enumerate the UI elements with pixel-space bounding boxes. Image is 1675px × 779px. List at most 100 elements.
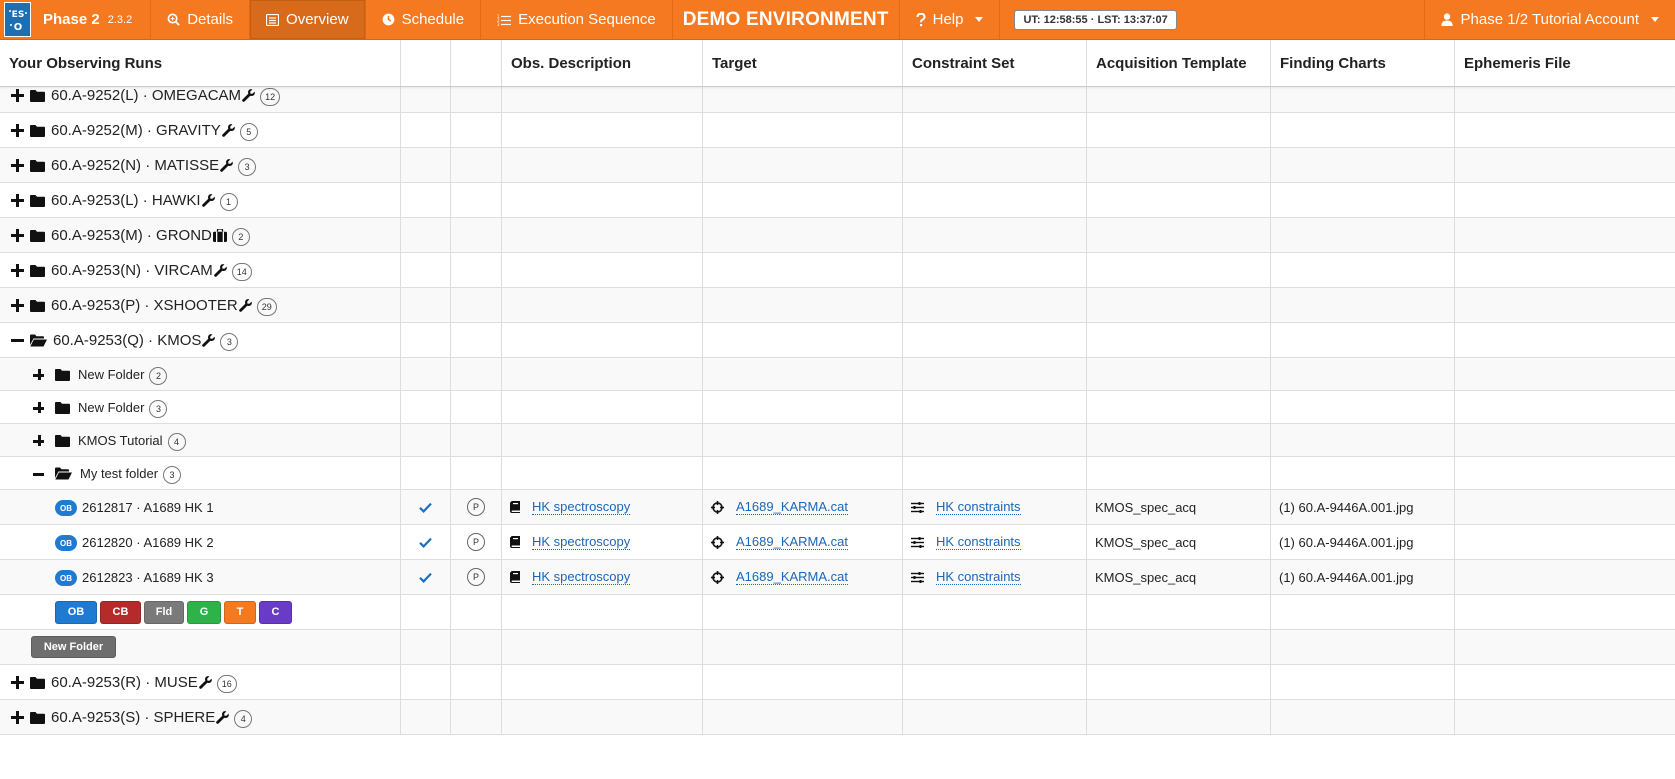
target-link[interactable]: A1689_KARMA.cat (736, 534, 849, 550)
constraints-link[interactable]: HK constraints (936, 569, 1021, 585)
run-label: 60.A-9253(S) · SPHERE (51, 708, 216, 726)
tab-execution-sequence[interactable]: 123 Execution Sequence (480, 0, 672, 39)
tree-node[interactable]: 60.A-9253(S) · SPHERE 4 (10, 707, 253, 728)
header-target[interactable]: Target (703, 40, 903, 86)
expand-icon[interactable] (31, 433, 45, 447)
expand-icon[interactable] (31, 367, 45, 381)
tree-node[interactable]: New Folder 2 (31, 364, 168, 385)
cell-finding-charts (1271, 665, 1455, 699)
collapse-icon[interactable] (10, 333, 24, 347)
tree-node[interactable]: 60.A-9252(L) · OMEGACAM 12 (10, 85, 281, 106)
target-link[interactable]: A1689_KARMA.cat (736, 499, 849, 515)
help-menu[interactable]: Help (898, 0, 1000, 39)
header-finding-charts[interactable]: Finding Charts (1271, 40, 1455, 86)
cell-status (451, 183, 502, 217)
tree-node[interactable]: 60.A-9252(M) · GRAVITY 5 (10, 120, 258, 141)
run-row: 60.A-9253(M) · GROND 2 (0, 218, 1675, 253)
target-link[interactable]: A1689_KARMA.cat (736, 569, 849, 585)
tree-node[interactable]: 60.A-9253(P) · XSHOOTER 29 (10, 295, 277, 316)
expand-icon[interactable] (10, 88, 24, 102)
create-ob-button[interactable]: OB (55, 600, 97, 624)
tree-node[interactable]: 60.A-9252(N) · MATISSE 3 (10, 155, 257, 176)
expand-icon[interactable] (10, 263, 24, 277)
ob-cell[interactable]: OB 2612817 · A1689 HK 1 (0, 490, 401, 524)
header-observing-runs[interactable]: Your Observing Runs (0, 40, 401, 86)
create-timelink-button[interactable]: T (224, 600, 256, 624)
ob-label[interactable]: 2612823 · A1689 HK 3 (82, 570, 214, 585)
run-cell: 60.A-9253(L) · HAWKI 1 (0, 183, 401, 217)
expand-icon[interactable] (10, 228, 24, 242)
tree-node[interactable]: 60.A-9253(M) · GROND 2 (10, 225, 250, 246)
cell-target (703, 323, 903, 357)
expand-icon[interactable] (10, 675, 24, 689)
count-badge: 12 (260, 87, 281, 106)
obs-description-link[interactable]: HK spectroscopy (532, 569, 631, 585)
count-badge: 3 (149, 399, 168, 418)
table-body: 60.A-9252(L) · OMEGACAM 12 60.A-9252(M) · … (0, 78, 1675, 735)
obs-description-link[interactable]: HK spectroscopy (532, 534, 631, 550)
count-badge: 5 (239, 122, 258, 141)
tab-schedule[interactable]: Schedule (364, 0, 481, 39)
ob-label[interactable]: 2612817 · A1689 HK 1 (82, 500, 214, 515)
expand-icon[interactable] (31, 400, 45, 414)
cell-finding-charts (1271, 700, 1455, 734)
constraints-link[interactable]: HK constraints (936, 499, 1021, 515)
ob-cell[interactable]: OB 2612820 · A1689 HK 2 (0, 525, 401, 559)
run-row: 60.A-9253(Q) · KMOS 3 (0, 323, 1675, 358)
status-badge: P (467, 568, 485, 586)
tree-node[interactable]: New Folder 3 (31, 397, 168, 418)
cell-status (451, 218, 502, 252)
expand-icon[interactable] (10, 298, 24, 312)
ob-label[interactable]: 2612820 · A1689 HK 2 (82, 535, 214, 550)
wrench-icon (213, 263, 227, 277)
brand[interactable]: ES O Phase 2 2.3.2 (0, 0, 150, 39)
run-label: 60.A-9253(N) · VIRCAM (51, 261, 213, 279)
cell-acquisition-template (1087, 665, 1271, 699)
tree-node[interactable]: 60.A-9253(Q) · KMOS 3 (10, 330, 239, 351)
cell-check (401, 630, 451, 664)
tab-details[interactable]: Details (150, 0, 249, 39)
cell-obs-description (502, 457, 703, 489)
table-header: Your Observing Runs Obs. Description Tar… (0, 40, 1675, 87)
create-folder-button[interactable]: Fld (144, 600, 184, 624)
header-ephemeris-file[interactable]: Ephemeris File (1455, 40, 1675, 86)
constraints-link[interactable]: HK constraints (936, 534, 1021, 550)
ob-cell[interactable]: OB 2612823 · A1689 HK 3 (0, 560, 401, 594)
create-concatenation-button[interactable]: C (259, 600, 292, 624)
book-icon (510, 501, 520, 513)
header-constraint-set[interactable]: Constraint Set (903, 40, 1087, 86)
sliders-icon (911, 501, 924, 513)
obs-description-link[interactable]: HK spectroscopy (532, 499, 631, 515)
tab-overview[interactable]: Overview (249, 0, 365, 39)
folder-icon (30, 124, 45, 137)
cell-acquisition-template (1087, 288, 1271, 322)
expand-icon[interactable] (10, 193, 24, 207)
cell-acquisition-template (1087, 424, 1271, 456)
account-menu[interactable]: Phase 1/2 Tutorial Account (1423, 0, 1675, 39)
cell-finding-charts: (1) 60.A-9446A.001.jpg (1271, 560, 1455, 594)
create-cb-button[interactable]: CB (100, 600, 141, 624)
cell-finding-charts: (1) 60.A-9446A.001.jpg (1271, 490, 1455, 524)
cell-status (451, 665, 502, 699)
header-obs-description[interactable]: Obs. Description (502, 40, 703, 86)
tree-node[interactable]: My test folder 3 (31, 463, 182, 484)
expand-icon[interactable] (10, 123, 24, 137)
collapse-icon[interactable] (31, 466, 45, 480)
cell-acquisition-template (1087, 113, 1271, 147)
finding-chart-value: (1) 60.A-9446A.001.jpg (1279, 569, 1414, 585)
tree-node[interactable]: KMOS Tutorial 4 (31, 430, 186, 451)
tree-node[interactable]: 60.A-9253(N) · VIRCAM 14 (10, 260, 252, 281)
create-group-button[interactable]: G (187, 600, 221, 624)
new-folder-button[interactable]: New Folder (31, 636, 116, 658)
expand-icon[interactable] (10, 158, 24, 172)
ob-badge: OB (55, 535, 77, 551)
cell-constraint-set (903, 183, 1087, 217)
expand-icon[interactable] (10, 710, 24, 724)
run-cell: 60.A-9253(R) · MUSE 16 (0, 665, 401, 699)
tree-node[interactable]: 60.A-9253(R) · MUSE 16 (10, 672, 237, 693)
folder-cell: New Folder 3 (0, 391, 401, 423)
tree-node[interactable]: 60.A-9253(L) · HAWKI 1 (10, 190, 238, 211)
cell-ephemeris-file (1455, 490, 1675, 524)
header-acquisition-template[interactable]: Acquisition Template (1087, 40, 1271, 86)
count-badge: 4 (167, 432, 186, 451)
